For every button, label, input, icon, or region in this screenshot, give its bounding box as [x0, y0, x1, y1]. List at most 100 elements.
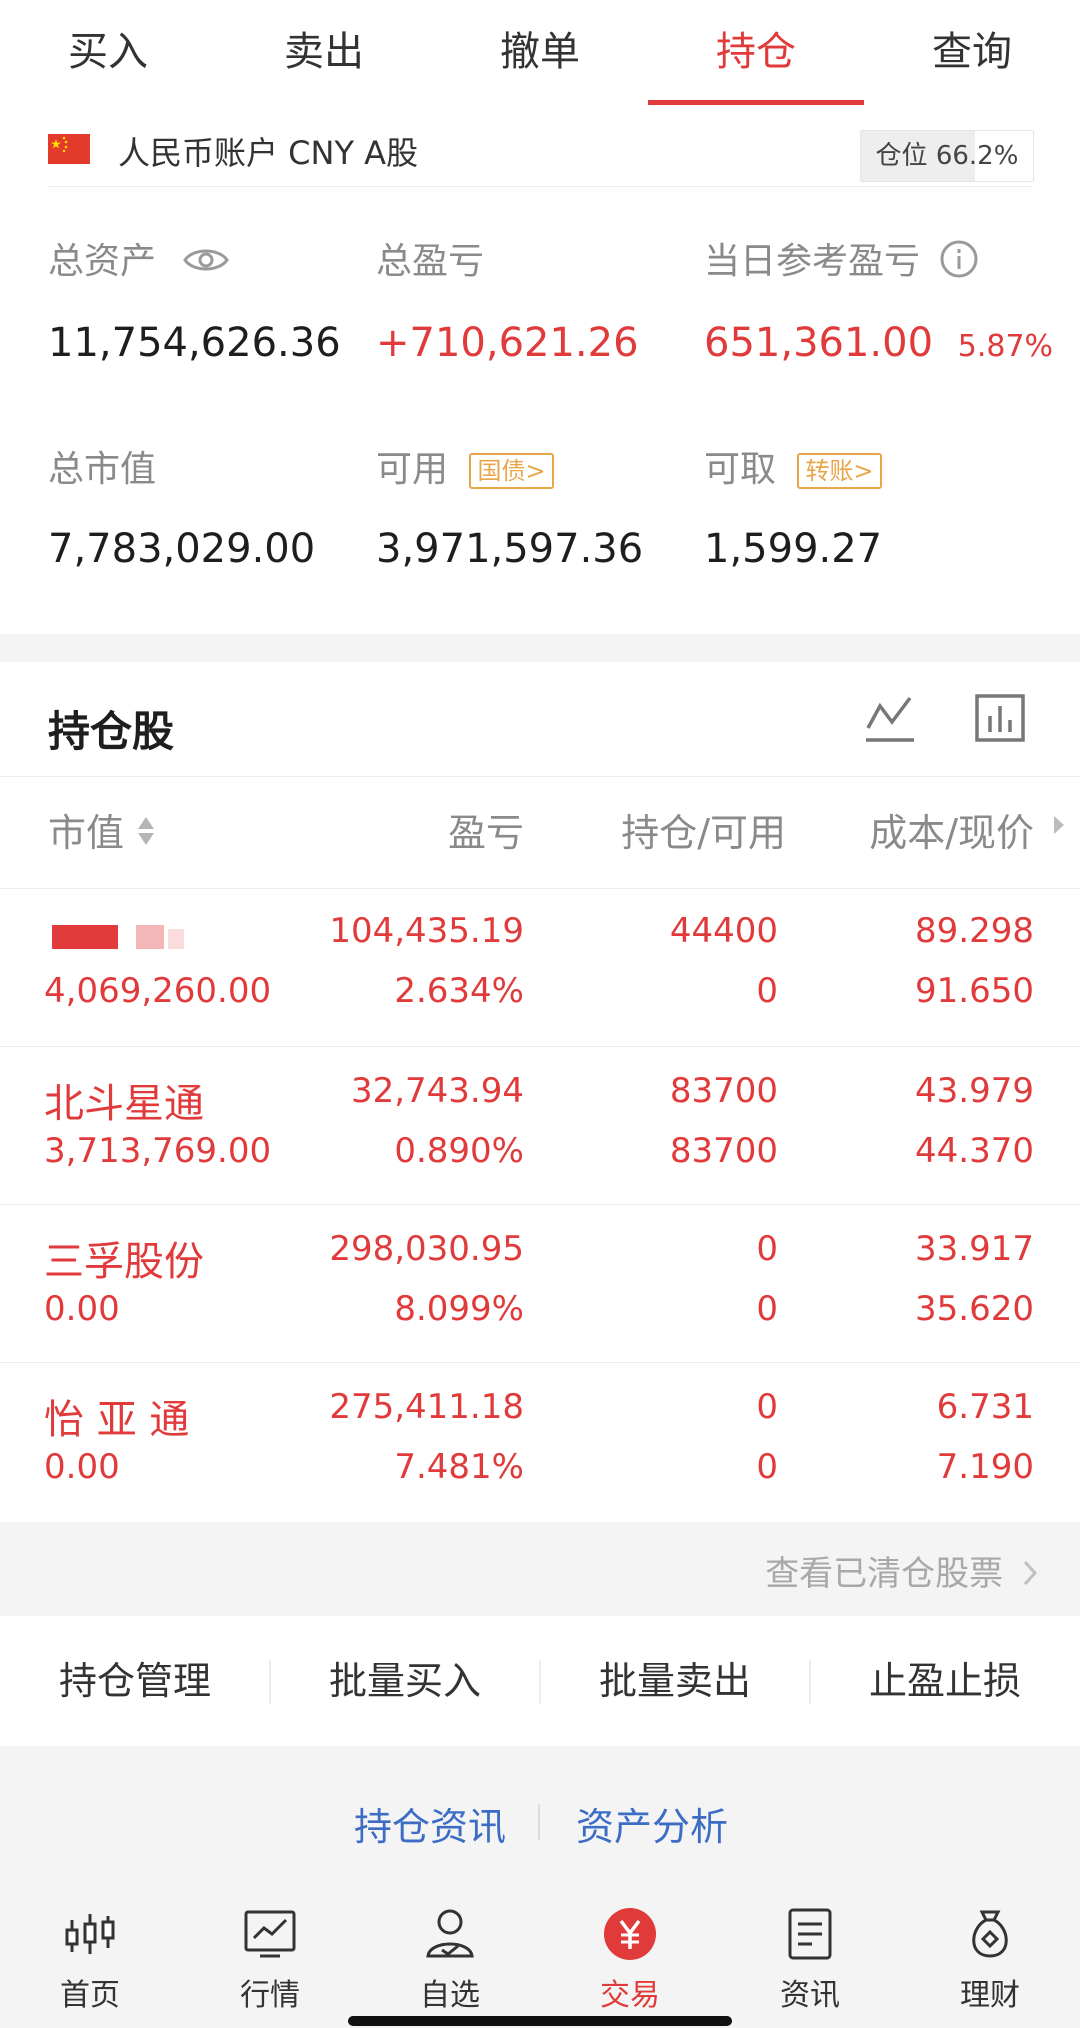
row-position: 83700 — [669, 1071, 778, 1111]
market-chart-icon — [242, 1906, 298, 1962]
divider — [48, 186, 1032, 187]
row-pl-percent: 8.099% — [394, 1289, 524, 1329]
action-bar: 持仓管理 批量买入 批量卖出 止盈止损 — [0, 1616, 1080, 1746]
bar-chart-icon[interactable] — [974, 692, 1026, 750]
total-pl-label: 总盈亏 — [376, 241, 485, 282]
row-position: 0 — [756, 1387, 778, 1427]
tab-cancel[interactable]: 撤单 — [432, 0, 648, 108]
transfer-tag-button[interactable]: 转账> — [797, 453, 882, 489]
home-indicator[interactable] — [348, 2016, 732, 2026]
row-pl: 32,743.94 — [350, 1071, 524, 1111]
nav-label: 资讯 — [780, 1978, 840, 2013]
nav-market[interactable]: 行情 — [180, 1906, 360, 2014]
tab-sell[interactable]: 卖出 — [216, 0, 432, 108]
row-pl-percent: 2.634% — [394, 971, 524, 1011]
asset-analysis-link[interactable]: 资产分析 — [576, 1796, 728, 1851]
batch-buy-button[interactable]: 批量买入 — [270, 1616, 540, 1746]
available-value: 3,971,597.36 — [376, 526, 644, 572]
total-assets-label: 总资产 — [48, 241, 157, 282]
row-market-value: 3,713,769.00 — [44, 1131, 272, 1171]
day-pl-value: 651,361.00 — [704, 320, 934, 366]
nav-label: 交易 — [600, 1978, 660, 2013]
nav-watchlist[interactable]: 自选 — [360, 1906, 540, 2014]
eye-icon[interactable] — [183, 243, 230, 284]
active-tab-indicator — [648, 100, 864, 105]
manage-holdings-button[interactable]: 持仓管理 — [0, 1616, 270, 1746]
market-value-value: 7,783,029.00 — [48, 526, 316, 572]
row-market-value: 0.00 — [44, 1289, 120, 1329]
account-summary: 人民币账户 CNY A股 仓位 66.2% 总资产 总盈亏 当日参考盈亏 11,… — [0, 108, 1080, 634]
row-cost: 6.731 — [936, 1387, 1034, 1427]
holdings-panel: 持仓股 市值 盈亏 持仓/可用 成本/现价 4,069,260.00 104,4… — [0, 662, 1080, 1522]
home-candlestick-icon — [62, 1906, 118, 1962]
position-label: 仓位 — [875, 141, 928, 171]
row-available: 0 — [756, 971, 778, 1011]
available-label: 可用 — [376, 449, 449, 490]
row-stock-name: 北斗星通 — [44, 1081, 204, 1127]
take-profit-stop-loss-button[interactable]: 止盈止损 — [810, 1616, 1080, 1746]
row-available: 83700 — [669, 1131, 778, 1171]
position-value: 66.2% — [935, 141, 1019, 171]
row-position: 0 — [756, 1229, 778, 1269]
row-cost: 43.979 — [915, 1071, 1034, 1111]
news-document-icon — [782, 1906, 838, 1962]
row-market-value: 0.00 — [44, 1447, 120, 1487]
row-pl: 298,030.95 — [329, 1229, 524, 1269]
sort-market-value-header[interactable]: 市值 — [48, 802, 156, 858]
row-cost: 89.298 — [915, 911, 1034, 951]
nav-trade[interactable]: 交易 — [540, 1906, 720, 2014]
position-ratio-badge: 仓位 66.2% — [860, 130, 1034, 182]
nav-wealth[interactable]: 理财 — [900, 1906, 1080, 2014]
trend-chart-icon[interactable] — [864, 692, 916, 750]
info-links: 持仓资讯 资产分析 — [0, 1746, 1080, 1896]
holdings-news-link[interactable]: 持仓资讯 — [354, 1796, 506, 1851]
table-row[interactable]: 北斗星通 3,713,769.00 32,743.94 0.890% 83700… — [0, 1046, 1080, 1205]
row-position: 44400 — [669, 911, 778, 951]
chevron-right-icon — [1022, 1556, 1038, 1596]
row-stock-name: 三孚股份 — [44, 1239, 204, 1285]
account-name[interactable]: 人民币账户 CNY A股 — [118, 128, 418, 174]
row-price: 44.370 — [915, 1131, 1034, 1171]
batch-sell-button[interactable]: 批量卖出 — [540, 1616, 810, 1746]
total-pl-value: +710,621.26 — [376, 320, 639, 366]
nav-label: 理财 — [960, 1978, 1020, 2013]
watchlist-user-icon — [422, 1906, 478, 1962]
nav-label: 行情 — [240, 1978, 300, 2013]
row-available: 0 — [756, 1289, 778, 1329]
table-row[interactable]: 4,069,260.00 104,435.19 2.634% 44400 0 8… — [0, 888, 1080, 1047]
row-pl: 275,411.18 — [329, 1387, 524, 1427]
withdrawable-label: 可取 — [704, 449, 777, 490]
sort-arrows-icon — [136, 813, 156, 858]
holdings-title: 持仓股 — [48, 707, 175, 756]
nav-home[interactable]: 首页 — [0, 1906, 180, 2014]
wealth-bag-icon — [962, 1906, 1018, 1962]
row-cost: 33.917 — [915, 1229, 1034, 1269]
cleared-stocks-link[interactable]: 查看已清仓股票 — [765, 1546, 1038, 1596]
tab-query[interactable]: 查询 — [864, 0, 1080, 108]
tab-holdings[interactable]: 持仓 — [648, 0, 864, 108]
row-pl-percent: 7.481% — [394, 1447, 524, 1487]
cleared-stocks-bar: 查看已清仓股票 — [0, 1522, 1080, 1616]
bond-tag-button[interactable]: 国债> — [469, 453, 554, 489]
table-row[interactable]: 三孚股份 0.00 298,030.95 8.099% 0 0 33.917 3… — [0, 1204, 1080, 1363]
withdrawable-value: 1,599.27 — [704, 526, 883, 572]
scroll-right-icon[interactable] — [1052, 814, 1066, 840]
nav-label: 自选 — [420, 1978, 480, 2013]
stock-name-redacted — [44, 911, 234, 951]
row-pl-percent: 0.890% — [394, 1131, 524, 1171]
nav-news[interactable]: 资讯 — [720, 1906, 900, 2014]
trade-yuan-icon — [602, 1906, 658, 1962]
table-row[interactable]: 怡 亚 通 0.00 275,411.18 7.481% 0 0 6.731 7… — [0, 1362, 1080, 1521]
total-assets-value: 11,754,626.36 — [48, 320, 341, 366]
row-stock-name: 怡 亚 通 — [44, 1397, 190, 1443]
row-market-value: 4,069,260.00 — [44, 971, 272, 1011]
nav-label: 首页 — [60, 1978, 120, 2013]
column-position: 持仓/可用 — [621, 811, 786, 855]
tab-buy[interactable]: 买入 — [0, 0, 216, 108]
column-market-value: 市值 — [48, 811, 125, 855]
day-pl-percent: 5.87% — [957, 329, 1054, 364]
row-price: 35.620 — [915, 1289, 1034, 1329]
china-flag-icon — [48, 134, 90, 164]
top-tabs: 买入 卖出 撤单 持仓 查询 — [0, 0, 1080, 108]
info-icon[interactable] — [939, 239, 979, 288]
